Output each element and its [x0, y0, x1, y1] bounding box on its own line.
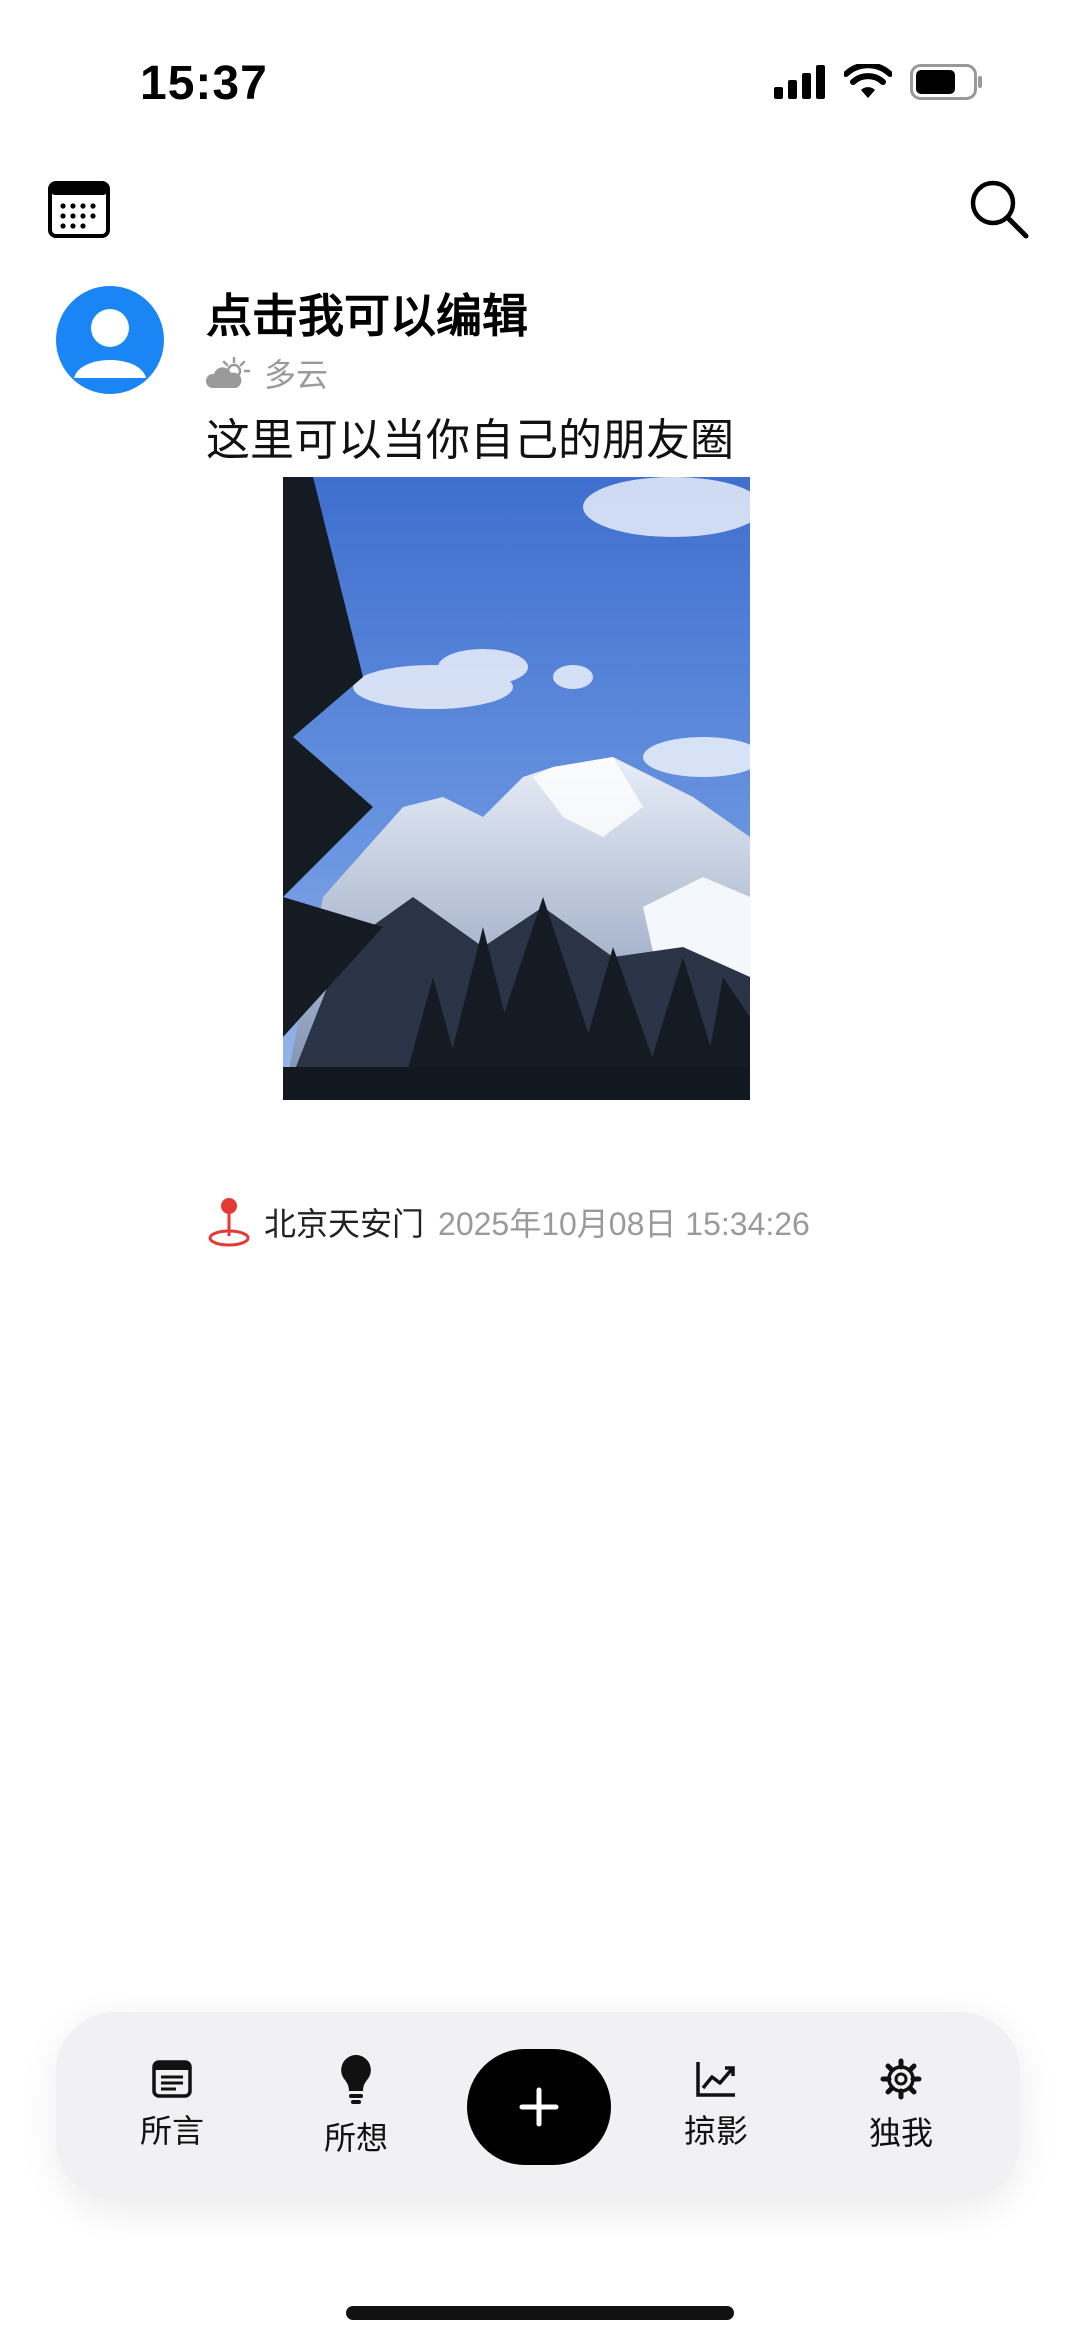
- tab-suoyan[interactable]: 所言: [107, 2012, 237, 2200]
- add-post-button[interactable]: [467, 2049, 611, 2165]
- search-button[interactable]: [968, 178, 1030, 240]
- tab-label: 所想: [323, 2120, 388, 2156]
- tab-lueying[interactable]: 掠影: [651, 2012, 781, 2200]
- battery-icon: [910, 64, 982, 100]
- tab-label: 掠影: [683, 2113, 748, 2149]
- home-indicator[interactable]: [346, 2306, 734, 2320]
- tab-duwo[interactable]: 独我: [836, 2012, 966, 2200]
- wifi-icon: [844, 64, 892, 98]
- post-datetime: 2025年10月08日 15:34:26: [438, 1206, 810, 1242]
- tab-suoxiang[interactable]: 所想: [291, 2012, 421, 2200]
- plus-icon: [519, 2087, 559, 2127]
- post-text: 这里可以当你自己的朋友圈: [206, 416, 734, 465]
- calendar-button[interactable]: [48, 180, 110, 238]
- tab-label: 独我: [868, 2115, 933, 2151]
- tab-label: 所言: [139, 2113, 204, 2149]
- location-name[interactable]: 北京天安门: [264, 1199, 424, 1245]
- lightbulb-icon: [341, 2055, 371, 2104]
- partly-cloudy-icon: [206, 356, 251, 388]
- bottom-tab-bar: 所言 所想 掠影 独我: [56, 2012, 1020, 2200]
- weather-label: 多云: [264, 357, 329, 393]
- location-pin-icon: [208, 1198, 250, 1247]
- chart-line-icon: [696, 2062, 735, 2097]
- status-icons: [774, 64, 984, 100]
- weather-row: 多云: [206, 350, 328, 396]
- cellular-signal-icon: [774, 65, 825, 99]
- post-photo[interactable]: [283, 477, 750, 1100]
- gear-icon: [880, 2058, 922, 2100]
- post-title[interactable]: 点击我可以编辑: [206, 280, 528, 346]
- location-row: 北京天安门 2025年10月08日 15:34:26: [206, 1196, 810, 1248]
- calendar-icon: [48, 181, 110, 238]
- user-icon: [74, 309, 146, 378]
- search-icon: [970, 180, 1029, 239]
- document-icon: [152, 2060, 192, 2098]
- mountain-landscape-image: [283, 477, 750, 1100]
- avatar[interactable]: [56, 286, 164, 394]
- status-time: 15:37: [140, 57, 268, 110]
